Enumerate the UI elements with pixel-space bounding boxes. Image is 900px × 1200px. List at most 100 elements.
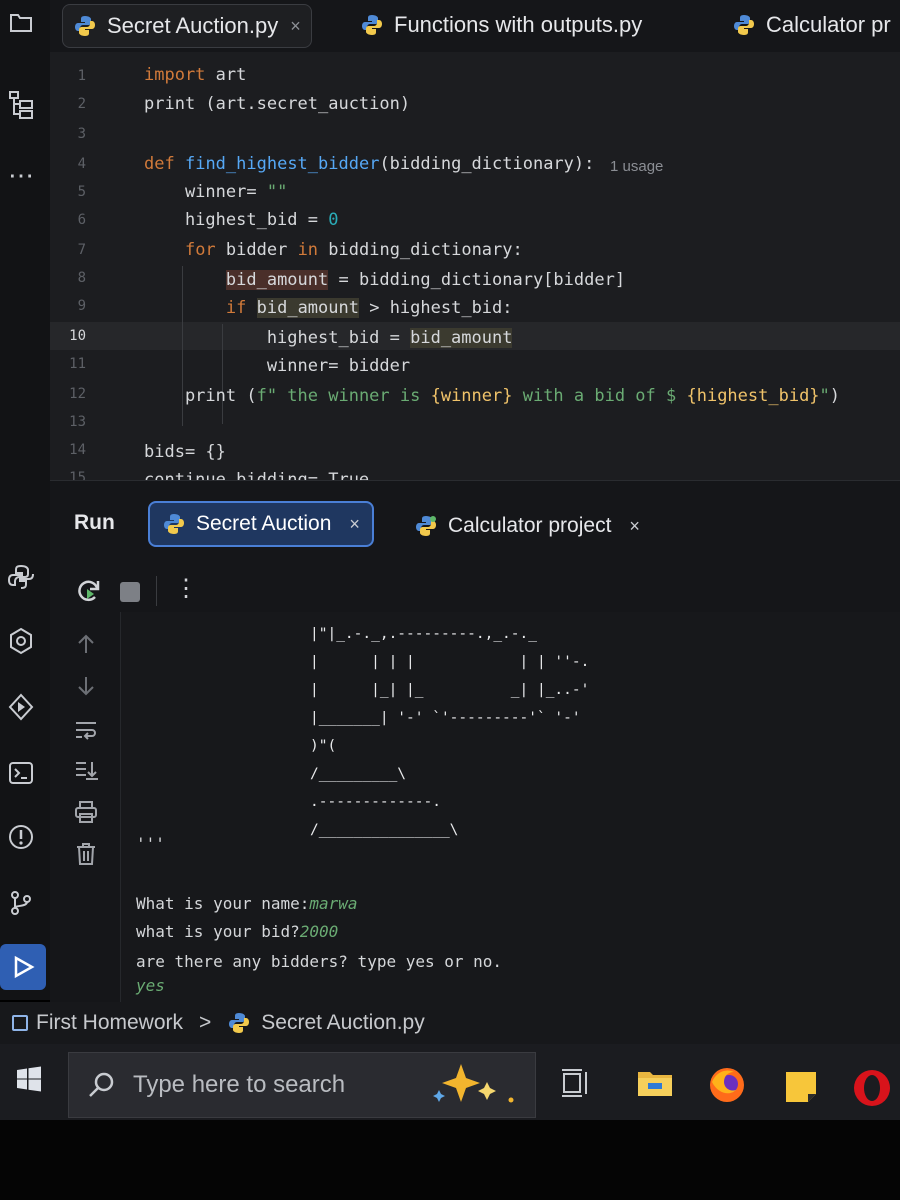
terminal-icon[interactable]	[4, 756, 38, 790]
breadcrumb-separator: >	[199, 1011, 212, 1034]
close-run-tab-icon[interactable]: ×	[629, 516, 640, 537]
line-number: 15	[69, 470, 86, 480]
breadcrumb-project[interactable]: First Homework	[36, 1011, 183, 1035]
toolbar-divider	[156, 576, 157, 606]
string-literal: ""	[266, 182, 288, 202]
code-line-11: winner= bidder	[144, 356, 410, 376]
line-number: 8	[77, 270, 86, 286]
python-packages-icon[interactable]	[4, 624, 38, 658]
python-console-icon[interactable]	[4, 560, 38, 594]
line-number: 9	[77, 298, 86, 314]
code-text: )	[829, 386, 841, 406]
code-text: print (	[144, 386, 257, 406]
keyword: if	[225, 298, 247, 318]
code-line-10: highest_bid = bid_amount	[144, 328, 513, 348]
tab-functions-with-outputs-py[interactable]: Functions with outputs.py	[360, 4, 642, 46]
stop-icon[interactable]	[120, 582, 140, 602]
code-line-2: print (art.secret_auction)	[144, 94, 410, 114]
console-line-name: What is your name:marwa	[136, 894, 358, 913]
more-options-icon[interactable]: ⋮	[174, 574, 198, 603]
sticky-notes-icon[interactable]	[784, 1070, 818, 1109]
project-icon	[12, 1015, 28, 1031]
code-line-14: bids= {}	[144, 442, 226, 462]
docstring-end: '''	[136, 834, 165, 853]
code-text: highest_bid =	[144, 328, 411, 348]
usage-hint[interactable]: 1 usage	[610, 158, 663, 175]
user-input: marwa	[309, 894, 358, 913]
user-input: yes	[136, 976, 165, 995]
run-toolbar: ⋮	[50, 570, 900, 613]
file-explorer-icon[interactable]	[636, 1066, 674, 1103]
run-console[interactable]: |"|_.-._,.---------.,_.-._ | | | | | | '…	[50, 612, 900, 1002]
scroll-down-icon[interactable]	[72, 672, 100, 700]
code-line-12: print (f" the winner is {winner} with a …	[144, 386, 840, 406]
console-line-input: yes	[136, 976, 165, 995]
code-text: winner= bidder	[144, 356, 411, 376]
python-file-icon	[362, 15, 382, 35]
function-name: find_highest_bidder	[184, 154, 380, 174]
close-tab-icon[interactable]: ×	[290, 16, 301, 37]
trash-icon[interactable]	[72, 840, 100, 868]
task-view-icon[interactable]	[560, 1068, 592, 1103]
print-icon[interactable]	[72, 798, 100, 826]
console-side-toolbar	[50, 612, 121, 1002]
scroll-to-end-icon[interactable]	[72, 756, 100, 784]
problems-icon[interactable]	[4, 820, 38, 854]
run-tool-window-icon[interactable]	[0, 944, 46, 990]
code-line-6: highest_bid = 0	[144, 210, 339, 230]
search-placeholder: Type here to search	[133, 1071, 346, 1098]
ascii-art-output: |"|_.-._,.---------.,_.-._ | | | | | | '…	[310, 626, 590, 838]
structure-icon[interactable]	[4, 88, 38, 122]
tab-label: Functions with outputs.py	[394, 12, 643, 37]
copilot-sparkle-icon	[433, 1064, 514, 1103]
code-line-9: if bid_amount > highest_bid:	[144, 298, 513, 318]
code-line-4: def find_highest_bidder(bidding_dictiona…	[144, 154, 594, 174]
firefox-icon[interactable]	[708, 1066, 746, 1109]
navigation-bar: First Homework > Secret Auction.py	[0, 1002, 900, 1044]
git-icon[interactable]	[4, 886, 38, 920]
python-file-icon	[229, 1013, 250, 1033]
code-line-1: import art	[144, 65, 246, 85]
tab-label: Calculator pr	[766, 12, 891, 37]
fstring-variable: {winner}	[430, 386, 513, 406]
string-literal: f" the winner is	[256, 386, 431, 406]
project-folder-icon[interactable]	[4, 6, 38, 40]
close-run-tab-icon[interactable]: ×	[349, 514, 360, 535]
run-tab-secret-auction[interactable]: Secret Auction ×	[148, 501, 374, 547]
scroll-up-icon[interactable]	[72, 630, 100, 658]
code-text: bidder	[215, 240, 298, 260]
taskbar-search-box[interactable]: Type here to search	[68, 1052, 536, 1118]
code-editor[interactable]: 1 2 3 4 5 6 7 8 9 10 11 12 13 14 15 impo…	[50, 52, 900, 480]
python-run-icon	[164, 514, 184, 534]
breadcrumb-file[interactable]: Secret Auction.py	[261, 1011, 424, 1035]
opera-icon[interactable]	[852, 1068, 892, 1113]
run-tab-calculator-project[interactable]: Calculator project ×	[414, 505, 640, 547]
code-text: = bidding_dictionary[bidder]	[328, 270, 626, 290]
code-text: continue_bidding= True	[144, 470, 370, 480]
more-tools-icon[interactable]: ⋯	[4, 158, 38, 192]
windows-start-icon[interactable]	[16, 1066, 42, 1092]
code-text: print (art.secret_auction)	[144, 94, 411, 114]
services-icon[interactable]	[4, 690, 38, 724]
line-number: 6	[77, 212, 86, 228]
code-text: > highest_bid:	[358, 298, 513, 318]
tab-calculator-project-py[interactable]: Calculator pr	[732, 4, 891, 46]
search-icon	[89, 1072, 114, 1097]
soft-wrap-icon[interactable]	[72, 716, 100, 744]
keyword: def	[144, 154, 175, 174]
tab-secret-auction-py[interactable]: Secret Auction.py ×	[62, 4, 312, 48]
prompt-text: What is your name:	[136, 894, 310, 913]
code-text: bidding_dictionary:	[318, 240, 523, 260]
code-line-7: for bidder in bidding_dictionary:	[144, 240, 523, 260]
left-tool-strip: ⋯	[0, 0, 50, 1000]
code-line-5: winner= ""	[144, 182, 287, 202]
highlighted-variable: bid_amount	[256, 298, 359, 318]
string-literal: with a bid of $	[512, 386, 687, 406]
rerun-icon[interactable]	[74, 576, 104, 606]
number-literal: 0	[328, 210, 339, 230]
line-number: 12	[69, 386, 86, 402]
line-number: 14	[69, 442, 86, 458]
line-number: 5	[77, 184, 86, 200]
